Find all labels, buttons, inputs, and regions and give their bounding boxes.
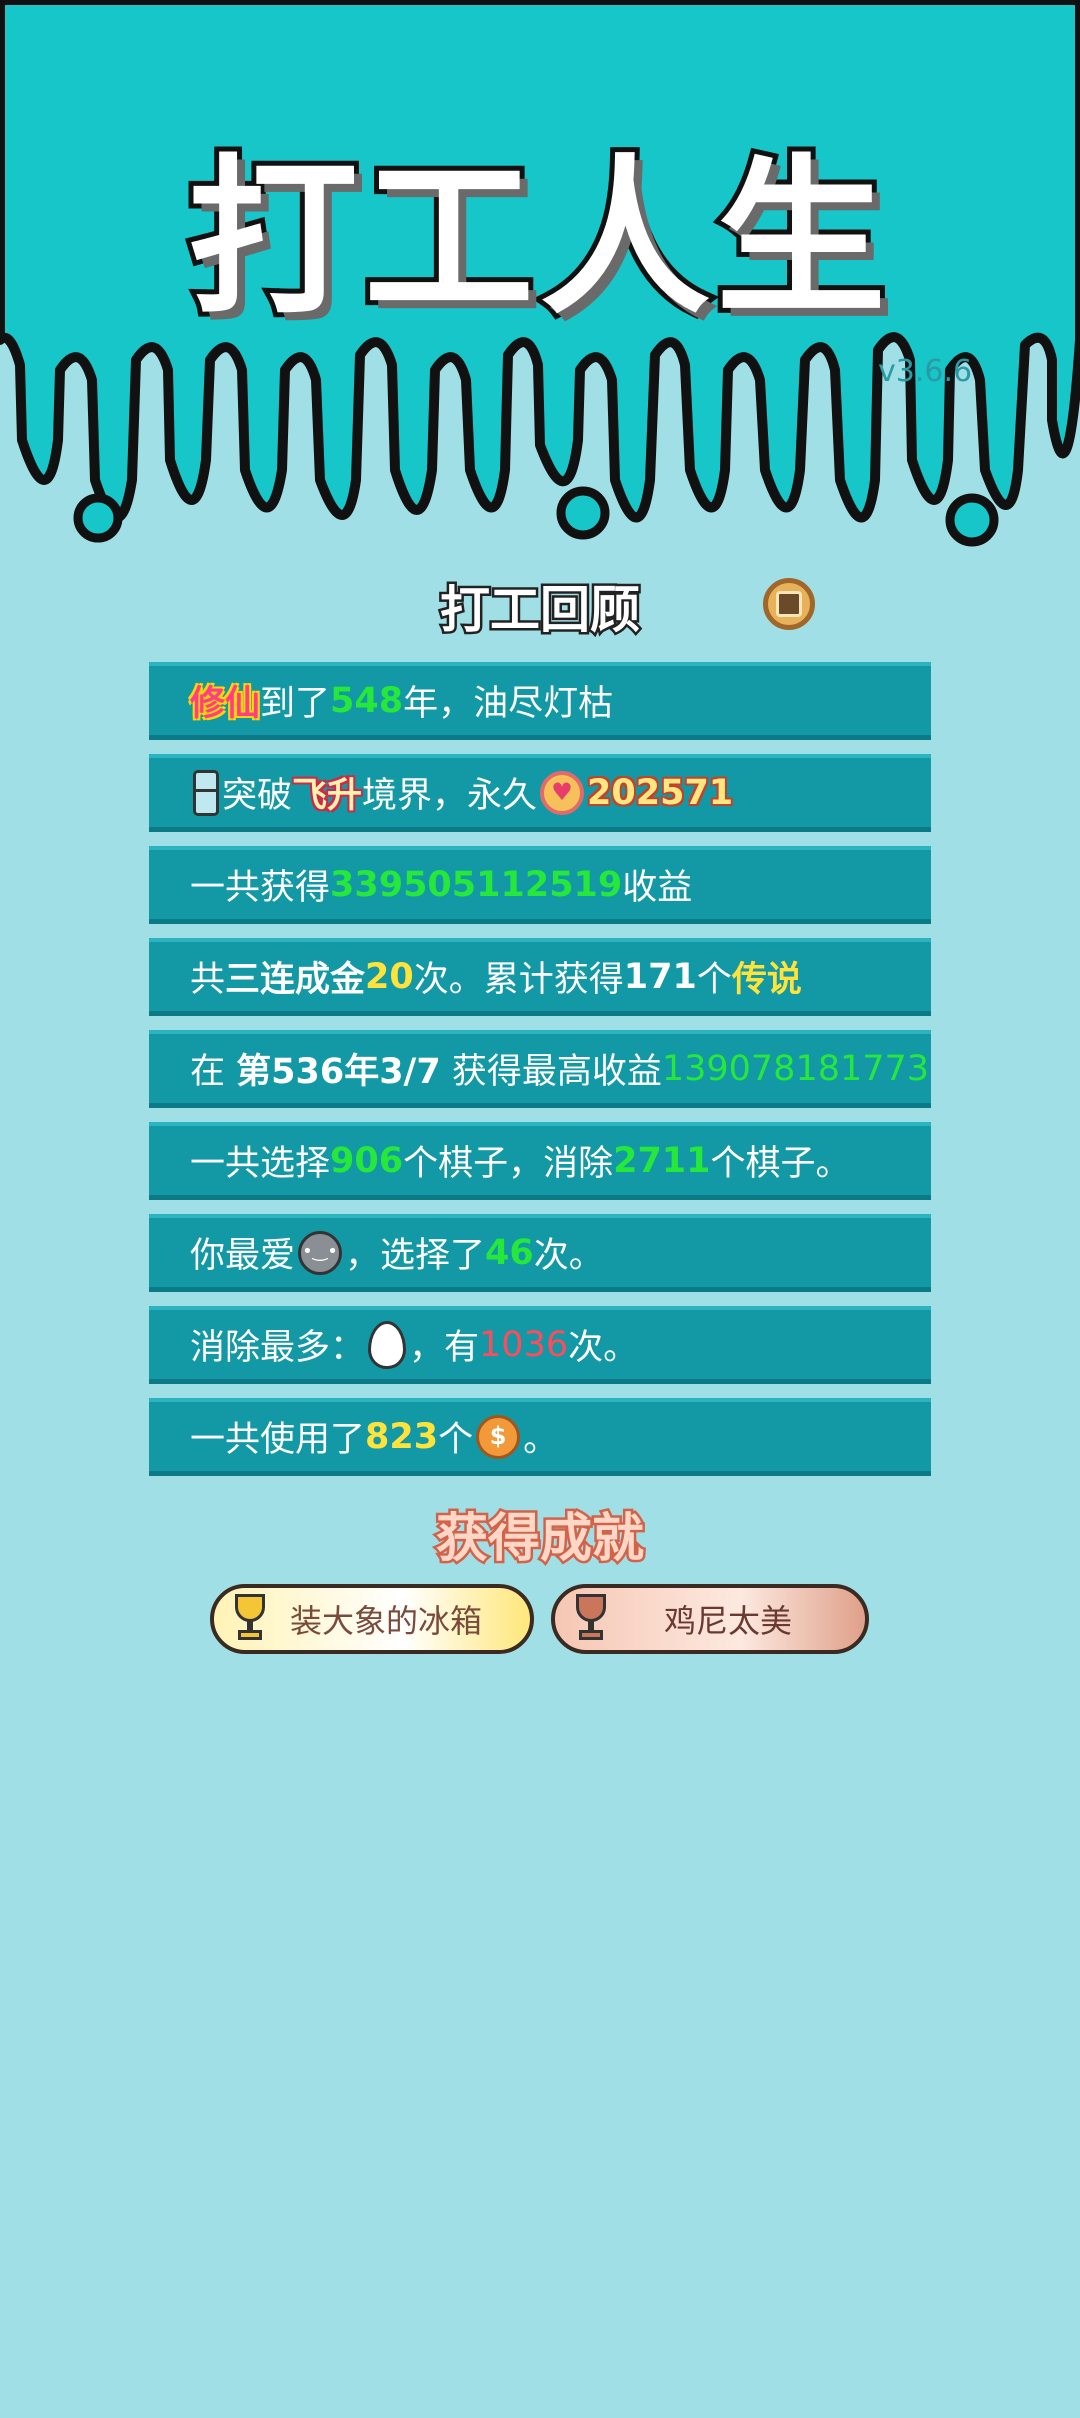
review-row-most-eliminated: 消除最多： ·‿· ，有 1036 次。 xyxy=(149,1306,931,1384)
row-text: 一共使用了 xyxy=(190,1420,366,1460)
review-row-pieces: 一共选择 906 个棋子，消除 2711 个棋子。 xyxy=(149,1122,931,1200)
row-text: 获得最高收益 xyxy=(440,1052,662,1092)
row-text: 消除最多： xyxy=(190,1328,366,1368)
egg-icon: ·‿· xyxy=(368,1320,407,1369)
row-text: 境界，永久 xyxy=(362,776,538,816)
legend-keyword: 传说 xyxy=(731,960,802,1000)
row-text: 个 xyxy=(438,1420,474,1460)
row-text: 突破 xyxy=(222,776,293,816)
favorite-count: 46 xyxy=(485,1232,534,1273)
row-text: 个棋子，消除 xyxy=(403,1144,614,1184)
row-text: 次。 xyxy=(568,1328,639,1368)
peak-income-value: 139078181773 xyxy=(661,1048,930,1089)
row-text: ，选择了 xyxy=(345,1236,486,1276)
row-text: 在 xyxy=(190,1052,237,1092)
gold-coin-icon[interactable] xyxy=(763,578,815,630)
bronze-trophy-icon xyxy=(569,1594,613,1644)
game-title: 打工人生 xyxy=(183,135,892,343)
achievement-label: 装大象的冰箱 xyxy=(290,1602,483,1640)
fridge-icon xyxy=(193,769,219,816)
selected-count: 906 xyxy=(330,1140,404,1181)
review-row-favorite: 你最爱 •‿• ，选择了 46 次。 xyxy=(149,1214,931,1292)
version-label: v3.6.6 xyxy=(878,354,973,389)
achievements-title: 获得成就 xyxy=(433,1507,646,1572)
dollar-coin-icon: $ xyxy=(476,1414,521,1459)
review-row-peak-income: 在 第536年3/7 获得最高收益 139078181773 xyxy=(149,1030,931,1108)
row-text: 次。 xyxy=(533,1236,604,1276)
row-text: 共 xyxy=(190,960,226,1000)
review-row-lifespan: 修仙 到了 548 年，油尽灯枯 xyxy=(149,662,931,740)
gold-trophy-icon xyxy=(228,1594,272,1644)
coins-used-value: 823 xyxy=(365,1416,439,1457)
permanent-bonus-value: 202571 xyxy=(587,772,734,813)
eliminated-count: 2711 xyxy=(613,1140,711,1181)
peak-date: 第536年3/7 xyxy=(236,1052,441,1092)
achievement-label: 鸡尼太美 xyxy=(663,1602,792,1640)
rice-bowl-icon: •‿• xyxy=(298,1230,343,1275)
achievement-badge-bronze[interactable]: 鸡尼太美 xyxy=(551,1584,869,1654)
legend-count: 171 xyxy=(623,956,697,997)
review-row-total-income: 一共获得 339505112519 收益 xyxy=(149,846,931,924)
row-text: 一共选择 xyxy=(190,1144,331,1184)
row-text: 个棋子。 xyxy=(710,1144,851,1184)
merge-count: 20 xyxy=(365,956,414,997)
row-text: 到了 xyxy=(260,684,331,724)
row-text: 你最爱 xyxy=(190,1236,296,1276)
row-text: 。 xyxy=(523,1420,559,1460)
row-text: 次。累计获得 xyxy=(413,960,624,1000)
row-text: 年，油尽灯枯 xyxy=(403,684,614,724)
realm-keyword: 修仙 xyxy=(190,684,261,724)
row-text: 收益 xyxy=(622,868,693,908)
review-row-coins-used: 一共使用了 823 个 $ 。 xyxy=(149,1398,931,1476)
realm-name: 飞升 xyxy=(292,776,363,816)
row-text: 个 xyxy=(696,960,732,1000)
merge-keyword: 三连成金 xyxy=(225,960,366,1000)
total-income-value: 339505112519 xyxy=(330,864,623,905)
review-list: 修仙 到了 548 年，油尽灯枯 突破 飞升 境界，永久 ♥ 202571 一共… xyxy=(149,662,931,1490)
review-title: 打工回顾 xyxy=(438,579,643,642)
years-value: 548 xyxy=(330,680,404,721)
review-row-ascension: 突破 飞升 境界，永久 ♥ 202571 xyxy=(149,754,931,832)
row-text: ，有 xyxy=(409,1328,480,1368)
row-text: 一共获得 xyxy=(190,868,331,908)
most-eliminated-count: 1036 xyxy=(479,1324,569,1365)
achievement-badge-gold[interactable]: 装大象的冰箱 xyxy=(210,1584,534,1654)
review-row-triple-merge: 共 三连成金 20 次。累计获得 171 个 传说 xyxy=(149,938,931,1016)
heart-coin-icon: ♥ xyxy=(540,770,585,815)
